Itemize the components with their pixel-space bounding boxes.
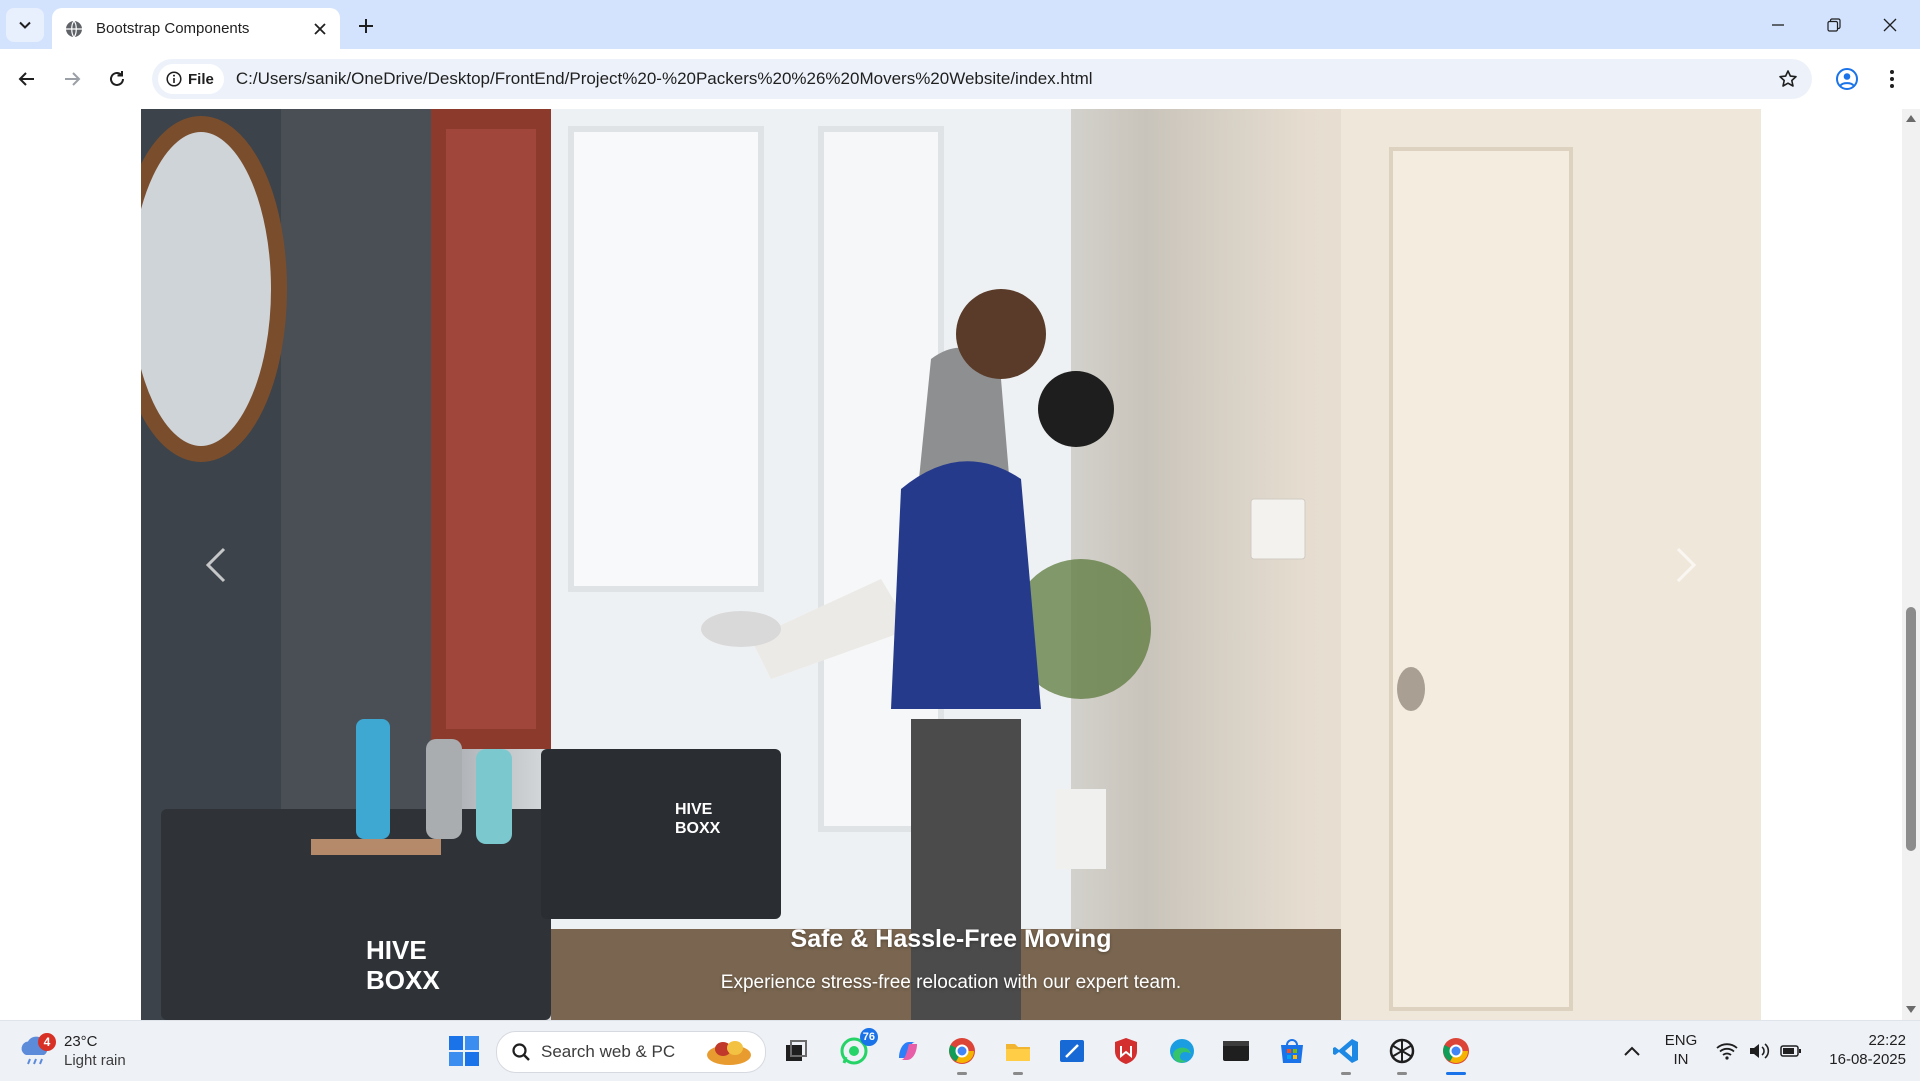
weather-widget[interactable]: 4 23°C Light rain [18,1029,168,1073]
vscode-icon [1333,1039,1358,1063]
carousel-slide-image: HIVE BOXX HIVE BOXX [141,109,1761,1020]
carousel-caption-text: Experience stress-free relocation with o… [720,972,1182,993]
search-icon [512,1043,530,1061]
search-highlight-icon [707,1041,752,1065]
chevron-up-icon [1624,1046,1640,1056]
scrollbar-thumb[interactable] [1906,607,1916,851]
chrome-profile-app[interactable] [942,1031,982,1075]
wifi-icon [1716,1043,1738,1060]
scroll-up-arrow-icon[interactable] [1906,113,1916,123]
back-button[interactable] [8,60,46,98]
small-box-brand-line2: BOXX [675,820,721,837]
carousel-caption-title: Safe & Hassle-Free Moving [790,925,1112,953]
small-box-brand-line1: HIVE [675,801,713,818]
chrome-icon [949,1038,975,1064]
arrow-right-icon [65,72,81,86]
taskbar-search-box[interactable]: Search web & PC [496,1031,766,1073]
info-icon [166,71,182,87]
speaker-icon [1750,1043,1770,1059]
browser-titlebar: Bootstrap Components [0,0,1920,49]
language-line2: IN [1673,1051,1689,1068]
whatsapp-unread-badge: 76 [859,1028,878,1046]
weather-alert-badge: 4 [38,1033,56,1051]
reload-icon [110,71,124,86]
new-tab-button[interactable] [352,12,380,40]
pen-app-icon [1060,1040,1084,1062]
close-icon [1883,18,1897,31]
reload-button[interactable] [98,60,136,98]
bookmark-star-icon[interactable] [1770,61,1806,97]
system-tray[interactable] [1716,1021,1802,1081]
browser-toolbar: File C:/Users/sanik/OneDrive/Desktop/Fro… [0,49,1920,110]
edge-icon [1170,1039,1194,1063]
minimize-icon [1772,23,1784,26]
address-bar[interactable]: File C:/Users/sanik/OneDrive/Desktop/Fro… [152,59,1812,99]
carousel-caption: Safe & Hassle-Free Moving Experience str… [141,925,1761,994]
chrome-active-icon [1443,1038,1469,1064]
copilot-icon [899,1042,917,1060]
weather-temperature: 23°C [64,1033,98,1050]
show-hidden-icons-button[interactable] [1612,1031,1652,1071]
carousel-prev-button[interactable] [141,109,291,1020]
weather-rain-icon: 4 [18,1033,56,1069]
minimize-button[interactable] [1750,0,1806,49]
battery-icon [1780,1045,1801,1057]
page-viewport: HIVE BOXX HIVE BOXX Safe & Hassle-Free M… [0,109,1920,1020]
folder-icon [1006,1044,1030,1061]
whatsapp-app[interactable]: 76 [834,1028,878,1071]
close-window-button[interactable] [1862,0,1918,49]
site-info-chip[interactable]: File [158,64,224,94]
carousel-next-button[interactable] [1611,109,1761,1020]
language-line1: ENG [1664,1032,1698,1049]
kebab-menu-icon [1890,70,1894,88]
notepad-app[interactable] [1052,1031,1092,1071]
menu-button[interactable] [1873,60,1911,98]
windows-logo-icon [449,1036,479,1066]
chevron-right-icon [1676,547,1697,582]
site-chip-label: File [188,70,214,88]
chatgpt-app[interactable] [1382,1031,1422,1075]
tab-title: Bootstrap Components [96,20,250,37]
edge-app[interactable] [1162,1031,1202,1071]
arrow-left-icon [18,72,34,86]
task-view-button[interactable] [776,1031,816,1071]
store-bag-icon [1281,1039,1303,1063]
shield-icon [1115,1038,1137,1064]
file-explorer-app[interactable] [998,1031,1038,1075]
taskbar-clock[interactable]: 22:22 16-08-2025 [1810,1031,1906,1069]
profile-icon [1836,68,1858,90]
restore-icon [1827,17,1841,32]
taskbar-search-label: Search web & PC [541,1042,676,1061]
store-app[interactable] [1272,1031,1312,1071]
task-view-icon [786,1040,807,1061]
browser-tab-active[interactable]: Bootstrap Components [52,8,340,49]
terminal-app[interactable] [1216,1031,1256,1071]
terminal-icon [1223,1041,1249,1061]
clock-date: 16-08-2025 [1829,1051,1906,1068]
url-text[interactable]: C:/Users/sanik/OneDrive/Desktop/FrontEnd… [236,69,1770,89]
windows-taskbar: 4 23°C Light rain Search web & PC 76 ENG… [0,1020,1920,1081]
profile-button[interactable] [1828,60,1866,98]
hero-carousel: HIVE BOXX HIVE BOXX Safe & Hassle-Free M… [141,109,1761,1020]
chrome-app[interactable] [1436,1031,1476,1075]
scroll-down-arrow-icon[interactable] [1906,1005,1916,1015]
chatgpt-icon [1389,1038,1415,1064]
language-indicator[interactable]: ENG IN [1658,1031,1704,1069]
weather-condition: Light rain [64,1052,126,1069]
vscode-app[interactable] [1326,1031,1366,1075]
plus-icon [359,19,373,33]
copilot-app[interactable] [888,1031,928,1071]
restore-button[interactable] [1806,0,1862,49]
tab-close-icon[interactable] [308,17,332,41]
tab-search-button[interactable] [6,8,44,42]
security-app[interactable] [1106,1031,1146,1071]
start-button[interactable] [446,1033,482,1069]
clock-time: 22:22 [1868,1032,1906,1049]
page-scrollbar[interactable] [1902,109,1920,1020]
globe-icon [64,19,84,39]
chevron-left-icon [205,547,226,582]
forward-button[interactable] [53,60,91,98]
chevron-down-icon [19,21,31,29]
